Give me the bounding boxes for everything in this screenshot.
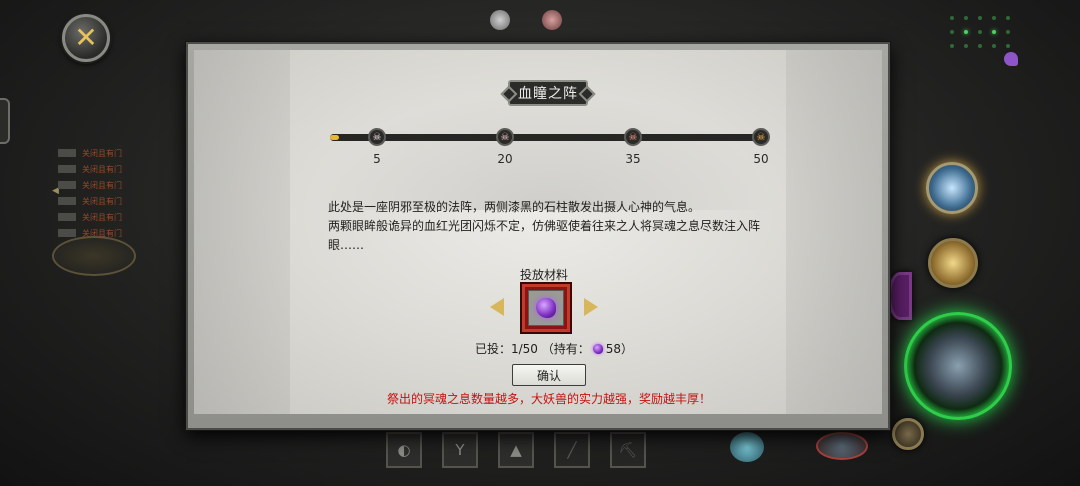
owned-count: 58） [605,342,634,356]
array-description: 此处是一座阴邪至极的法阵，两侧漆黑的石柱散发出摄人心神的气息。 两颗眼眸般诡异的… [328,198,768,255]
chat-text: 关闭且有门 [82,164,122,174]
milestone-reward-5[interactable]: ☠ [368,128,386,146]
skull-icon: ☠ [756,131,766,143]
ground-sigil [52,236,136,276]
milestone-label: 50 [753,152,769,166]
invest-progress-fill [330,135,339,140]
close-icon: ✕ [74,21,98,54]
reward-hint: 祭出的冥魂之息数量越多，大妖兽的实力越强，奖励越丰厚！ [386,392,711,406]
description-line: 两颗眼眸般诡异的血红光团闪烁不定，仿佛驱使着往来之人将冥魂之息尽数注入阵眼…… [328,219,761,252]
material-label: 投放材料 [519,268,568,282]
blood-pupil-array-dialog: 血瞳之阵 ☠ ☠ ☠ ☠ 5 20 35 50 此处是一座阴邪至极的法阵，两侧漆… [186,42,890,430]
milestone-reward-50[interactable]: ☠ [752,128,770,146]
chat-text: 关闭且有门 [82,148,122,158]
item-slot[interactable]: ⛏ [610,432,646,468]
confirm-button[interactable]: 确认 [512,364,586,386]
chat-row: 关闭且有门 [58,146,168,160]
chat-row: 关闭且有门 [58,210,168,224]
item-slot[interactable]: Y [442,432,478,468]
dialog-title: 血瞳之阵 [508,80,588,106]
chat-text: 关闭且有门 [82,212,122,222]
skill-button-sun[interactable] [928,238,978,288]
skill-leaf-icon: ◐ [397,441,411,459]
skill-button-beast[interactable] [892,418,924,450]
chat-list: 关闭且有门 关闭且有门 关闭且有门 关闭且有门 关闭且有门 关闭且有门 [58,146,168,242]
item-slot[interactable]: ◐ [386,432,422,468]
side-tab-handle[interactable] [0,98,10,144]
soul-essence-icon [536,298,556,318]
milestone-reward-35[interactable]: ☠ [624,128,642,146]
top-skull-icon [542,10,562,30]
milestone-label: 5 [373,152,381,166]
chat-text: 关闭且有门 [82,196,122,206]
chat-row: 关闭且有门 [58,194,168,208]
material-slot[interactable] [520,282,572,334]
description-line: 此处是一座阴邪至极的法阵，两侧漆黑的石柱散发出摄人心神的气息。 [328,200,701,214]
milestone-label: 35 [625,152,641,166]
close-button[interactable]: ✕ [62,14,110,62]
item-slot[interactable]: ╱ [554,432,590,468]
next-material-arrow[interactable] [584,298,598,316]
skill-button-arcane[interactable] [888,272,912,320]
skull-icon: ☠ [372,131,382,143]
pet-button[interactable] [730,432,764,462]
milestone-label: 20 [497,152,513,166]
prev-material-arrow[interactable] [490,298,504,316]
skill-jar-icon: ▲ [510,441,522,459]
main-attack-button[interactable] [904,312,1012,420]
skill-needle-icon: ╱ [567,441,577,459]
soul-essence-icon [592,344,603,354]
top-avatar-icon [490,10,510,30]
skull-icon: ☠ [500,131,510,143]
mount-button[interactable] [816,432,868,460]
invest-count: 已投：1/50 （持有： 58） [464,340,644,357]
chat-row: 关闭且有门 [58,162,168,176]
skill-pick-icon: ⛏ [618,441,638,459]
item-bar: ◐ Y ▲ ╱ ⛏ [386,432,646,468]
skill-button-frost[interactable] [926,162,978,214]
minimap-marker-icon [1004,52,1018,66]
skull-icon: ☠ [628,131,638,143]
chat-row: 关闭且有门 [58,178,168,192]
material-slot-inner [528,290,564,326]
mountain-art [314,90,774,210]
milestone-reward-20[interactable]: ☠ [496,128,514,146]
dialog-paper: 血瞳之阵 ☠ ☠ ☠ ☠ 5 20 35 50 此处是一座阴邪至极的法阵，两侧漆… [194,50,882,414]
skill-wing-icon: Y [455,441,465,459]
item-slot[interactable]: ▲ [498,432,534,468]
invest-progress-bar [330,134,762,141]
left-pillar-art [194,50,290,414]
right-pillar-art [786,50,882,414]
invested-text: 已投：1/50 （持有： [474,342,590,356]
chat-text: 关闭且有门 [82,180,122,190]
